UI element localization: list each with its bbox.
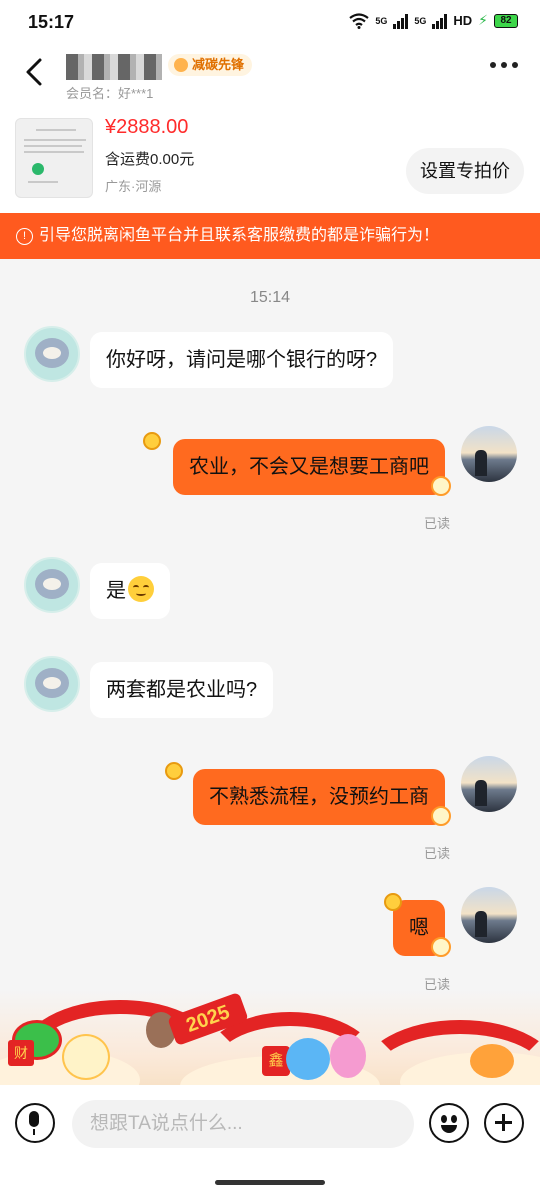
- fraud-warning-text: 引导您脱离闲鱼平台并且联系客服缴费的都是诈骗行为！: [39, 227, 440, 244]
- member-name: 会员名：好***1: [66, 86, 154, 101]
- more-icon[interactable]: [490, 62, 518, 68]
- back-arrow-icon[interactable]: [20, 56, 50, 88]
- fraud-warning-banner: ! 引导您脱离闲鱼平台并且联系客服缴费的都是诈骗行为！: [0, 213, 540, 259]
- signal-icon-2: [432, 13, 448, 29]
- set-special-price-button[interactable]: 设置专拍价: [406, 148, 524, 194]
- smiling-face-emoji-icon: [128, 576, 154, 602]
- chat-timestamp: 15:14: [249, 289, 291, 306]
- message-bubble-outgoing[interactable]: 不熟悉流程，没预约工商: [193, 769, 445, 825]
- status-bar: 15:17 5G 5G HD ⚡ 82: [0, 0, 540, 46]
- coin-decoration-icon: [384, 893, 402, 911]
- carbon-badge: 减碳先锋: [168, 54, 253, 76]
- user-avatar[interactable]: [461, 756, 517, 812]
- product-price: ¥2888.00: [105, 116, 189, 138]
- message-bubble-outgoing[interactable]: 农业，不会又是想要工商吧: [173, 439, 445, 495]
- message-bubble-incoming[interactable]: 你好呀，请问是哪个银行的呀?: [90, 332, 394, 388]
- product-thumbnail[interactable]: [15, 118, 93, 198]
- battery-icon: 82: [494, 13, 518, 28]
- signal-icon: [393, 13, 409, 29]
- chat-header: 减碳先锋 会员名：好***1: [0, 46, 540, 108]
- contact-avatar[interactable]: [24, 326, 80, 382]
- status-time: 15:17: [28, 12, 75, 32]
- check-icon: [32, 163, 44, 175]
- network-label-1: 5G: [375, 15, 388, 26]
- user-avatar[interactable]: [461, 887, 517, 943]
- fish-mascot-icon: [470, 1044, 514, 1078]
- contact-avatar[interactable]: [24, 557, 80, 613]
- read-status: 已读: [424, 846, 451, 861]
- emoji-icon[interactable]: [429, 1103, 469, 1143]
- charging-icon: ⚡: [478, 12, 488, 28]
- banner-tag-left: 财: [8, 1040, 34, 1066]
- blue-mascot-icon: [286, 1038, 330, 1080]
- leaf-icon: [174, 58, 188, 72]
- hd-label: HD: [453, 13, 473, 28]
- product-card[interactable]: ¥2888.00 含运费0.00元 广东·河源 设置专拍价: [0, 108, 540, 213]
- network-label-2: 5G: [414, 15, 427, 26]
- carbon-badge-label: 减碳先锋: [192, 57, 245, 72]
- festive-dragon-banner: 财 2025 鑫: [0, 990, 540, 1085]
- status-icons: 5G 5G HD ⚡ 82: [349, 12, 518, 29]
- message-bubble-incoming[interactable]: 是: [90, 563, 170, 619]
- user-avatar[interactable]: [461, 426, 517, 482]
- product-shipping: 含运费0.00元: [105, 151, 195, 168]
- mascot-icon: [62, 1034, 110, 1080]
- coin-decoration-icon: [165, 762, 183, 780]
- pink-mascot-icon: [330, 1034, 366, 1078]
- plus-icon[interactable]: [484, 1103, 524, 1143]
- contact-name-redacted: [66, 54, 162, 80]
- read-status: 已读: [424, 516, 451, 531]
- message-text: 是: [106, 580, 126, 602]
- warning-icon: !: [16, 228, 33, 245]
- product-location: 广东·河源: [105, 179, 162, 194]
- contact-avatar[interactable]: [24, 656, 80, 712]
- coin-decoration-icon: [143, 432, 161, 450]
- chick-decoration-icon: [431, 476, 451, 496]
- message-input-bar: [0, 1085, 540, 1167]
- message-input[interactable]: [72, 1100, 414, 1148]
- wifi-icon: [349, 12, 370, 29]
- chick-decoration-icon: [431, 937, 451, 957]
- microphone-icon[interactable]: [15, 1103, 55, 1143]
- home-indicator[interactable]: [215, 1180, 325, 1185]
- chick-decoration-icon: [431, 806, 451, 826]
- message-bubble-incoming[interactable]: 两套都是农业吗?: [90, 662, 274, 718]
